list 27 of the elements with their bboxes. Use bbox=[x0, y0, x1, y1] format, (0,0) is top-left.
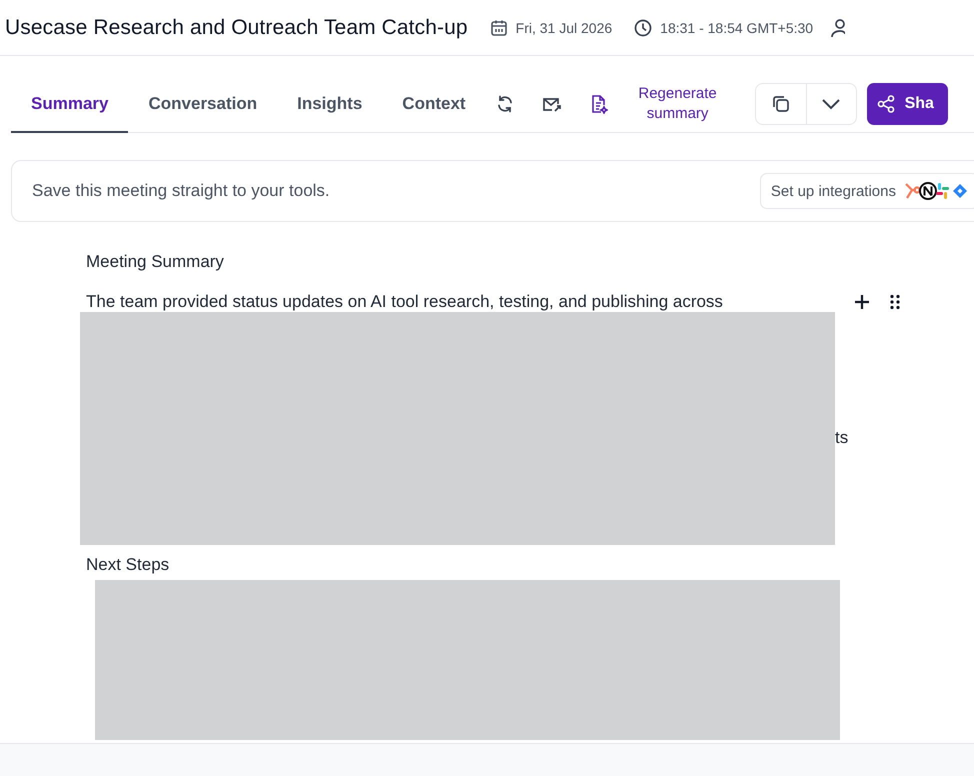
meeting-date: Fri, 31 Jul 2026 bbox=[516, 20, 612, 36]
mail-icon[interactable] bbox=[542, 95, 562, 113]
regenerate-summary-button[interactable]: Regenerate summary bbox=[628, 84, 728, 124]
refresh-icon[interactable] bbox=[496, 95, 514, 113]
tab[interactable]: Insights bbox=[277, 76, 382, 133]
chevron-down-icon bbox=[821, 98, 842, 110]
summary-text: The team provided status updates on AI tool research, testing, and publishing across bbox=[86, 292, 724, 312]
people-icon[interactable] bbox=[831, 18, 846, 38]
copy-icon bbox=[770, 94, 791, 114]
section-heading: Next Steps bbox=[86, 555, 170, 575]
add-icon[interactable] bbox=[854, 294, 870, 310]
meeting-time: 18:31 - 18:54 GMT+5:30 bbox=[660, 20, 814, 36]
share-icon bbox=[876, 95, 895, 113]
drag-handle-icon[interactable] bbox=[890, 294, 900, 310]
meeting-title: Usecase Research and Outreach Team Catch-up bbox=[5, 16, 468, 40]
setup-integrations-button[interactable]: Set up integrations bbox=[760, 173, 974, 209]
app-logos-icon bbox=[904, 181, 968, 201]
document-sparkle-icon[interactable] bbox=[590, 94, 608, 114]
clock-icon bbox=[634, 18, 652, 36]
summary-text-fragment: ts bbox=[835, 428, 848, 448]
calendar-icon bbox=[490, 18, 508, 36]
tab[interactable]: Context bbox=[382, 76, 486, 133]
tab[interactable]: Summary bbox=[11, 76, 128, 133]
tab[interactable]: Conversation bbox=[128, 76, 278, 133]
section-heading: Meeting Summary bbox=[86, 252, 225, 272]
banner-text: Save this meeting straight to your tools. bbox=[32, 181, 330, 201]
share-button[interactable]: Sha bbox=[866, 83, 948, 125]
